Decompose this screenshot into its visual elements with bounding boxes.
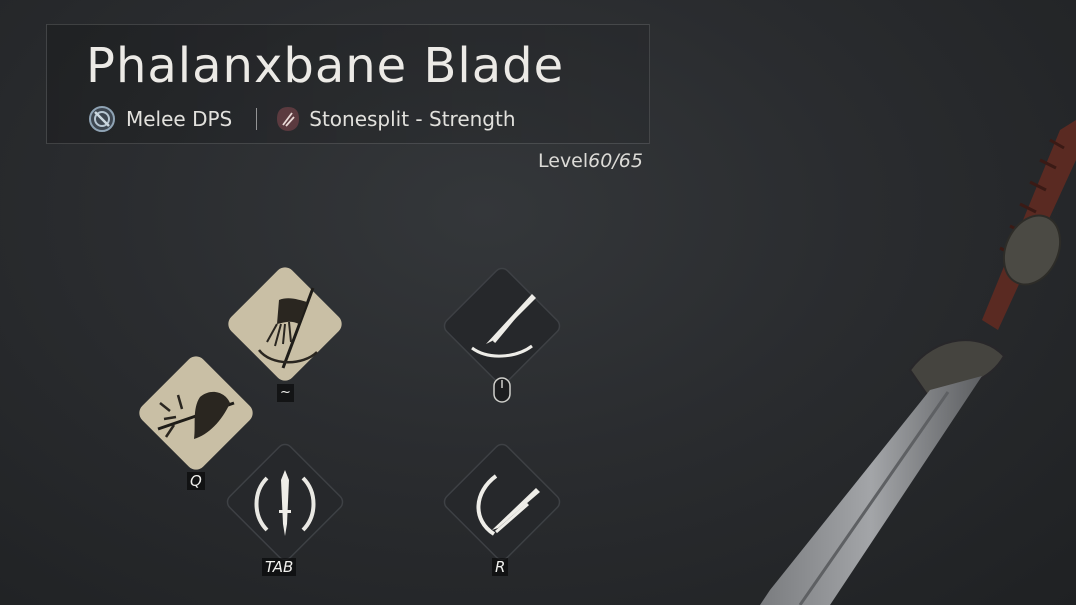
crossed-circle-icon — [89, 106, 115, 132]
weapon-role: Melee DPS — [126, 107, 233, 131]
keybind-tab: TAB — [262, 558, 297, 576]
level-value: 60/65 — [588, 150, 643, 172]
slash-icon — [471, 294, 536, 358]
stonesplit-icon — [277, 107, 300, 131]
level-label: Level — [538, 150, 589, 172]
skill-r[interactable] — [436, 436, 568, 568]
skill-attack[interactable] — [436, 260, 568, 392]
martial-art: Stonesplit - Strength — [309, 107, 516, 131]
weapon-level: Level60/65 — [538, 150, 643, 172]
skill-tab[interactable] — [219, 436, 351, 568]
keybind-r: R — [492, 558, 509, 576]
keybind-tilde: ~ — [277, 384, 294, 402]
keybind-q: Q — [187, 472, 205, 490]
meta-separator — [256, 108, 258, 130]
blade-stance-icon — [254, 470, 316, 536]
crescent-strike-icon — [476, 474, 540, 536]
mouse-icon — [493, 377, 511, 403]
weapon-model-image — [760, 120, 1076, 605]
weapon-title: Phalanxbane Blade — [86, 38, 565, 94]
weapon-meta-row: Melee DPS Stonesplit - Strength — [88, 103, 516, 135]
